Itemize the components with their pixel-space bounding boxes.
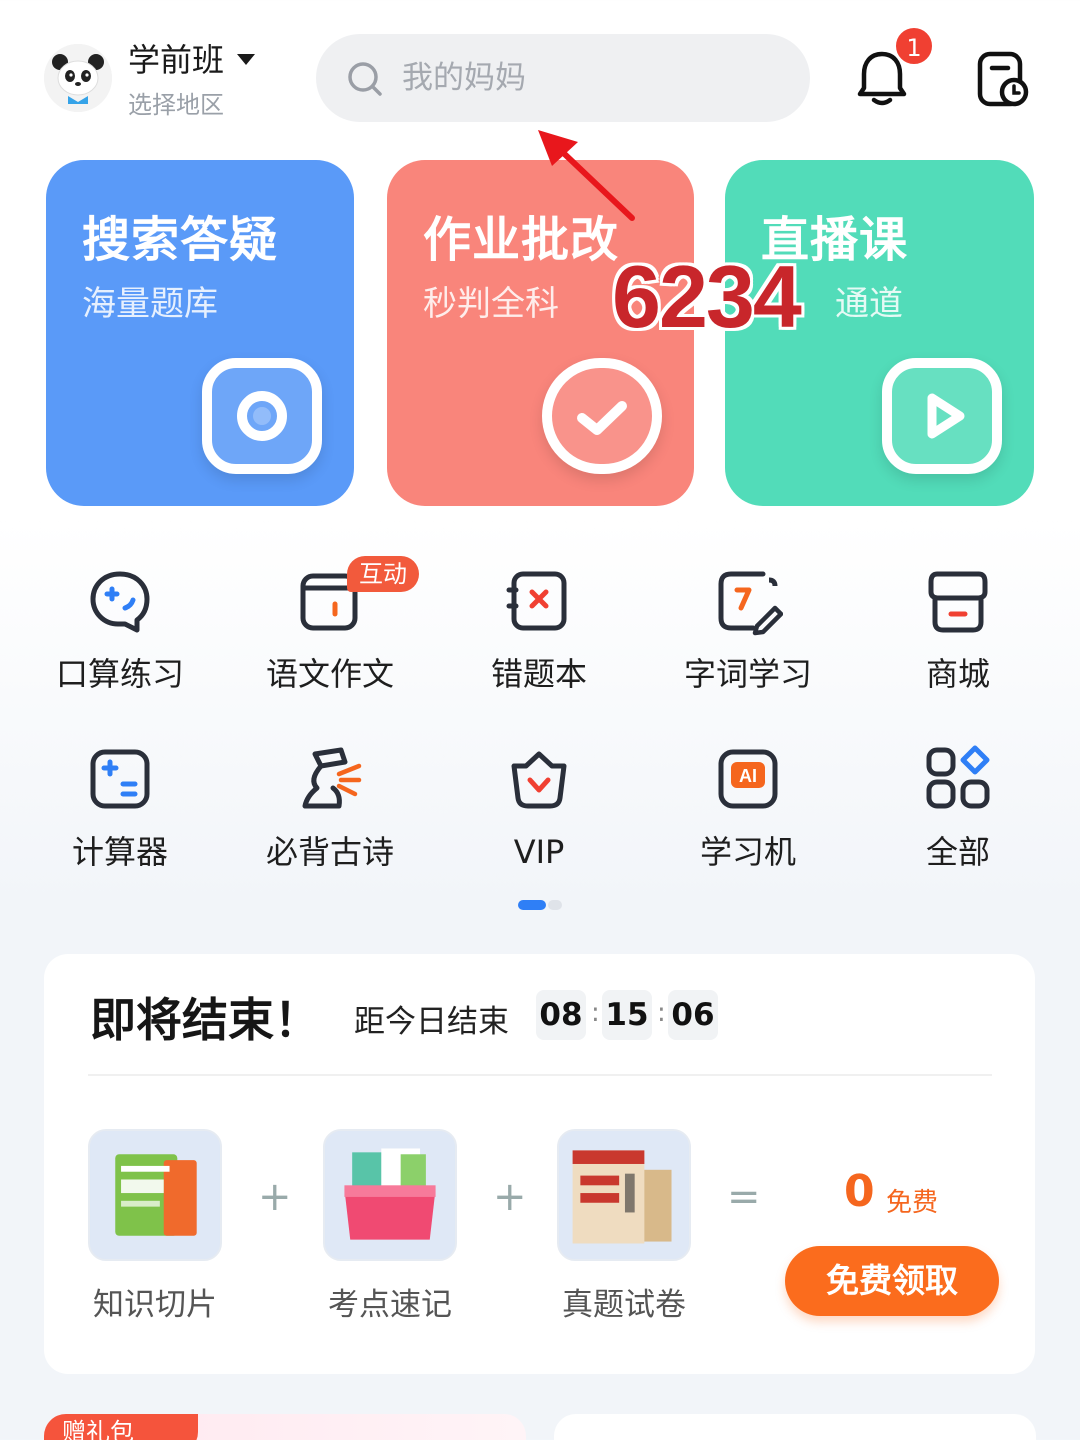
promo-title: 即将结束！ [90, 993, 320, 1047]
calculator-icon [85, 744, 155, 814]
play-icon [882, 358, 1002, 474]
card-subtitle: 秒判全科 [423, 284, 559, 324]
page-dot [548, 900, 562, 910]
grid-item-learning-device[interactable]: AI 学习机 [648, 744, 848, 874]
ai-device-icon: AI [713, 744, 783, 814]
product-knowledge-slices[interactable]: 知识切片 [88, 1129, 222, 1324]
equals-sign: = [727, 1174, 761, 1220]
search-input[interactable] [402, 54, 782, 102]
price-note: 免费 [886, 1188, 939, 1218]
search-bar[interactable] [316, 34, 810, 122]
claim-free-button[interactable]: 免费领取 [785, 1246, 999, 1316]
grid-label: 全部 [925, 833, 990, 871]
grid-item-vip[interactable]: VIP [439, 744, 639, 874]
grid-label: 字词学习 [683, 655, 812, 693]
grid-item-ancient-poems[interactable]: 必背古诗 [230, 744, 430, 874]
overlay-number: 6234 [612, 247, 802, 346]
gift-tag: 赠礼包 [44, 1414, 198, 1440]
card-subtitle: 海量题库 [82, 284, 218, 324]
plus-sign: + [258, 1174, 292, 1220]
countdown-seconds: 06 [668, 990, 718, 1040]
chat-bubble-icon [85, 566, 155, 636]
page-dot-active [518, 900, 546, 910]
product-label: 考点速记 [328, 1287, 452, 1323]
grid-label: 错题本 [490, 655, 587, 693]
camera-icon [202, 358, 322, 474]
book-image [88, 1129, 222, 1261]
time-separator: : [591, 998, 600, 1028]
grade-label: 学前班 [128, 41, 225, 79]
grid-label: 必背古诗 [265, 833, 394, 871]
all-apps-icon [923, 744, 993, 814]
page-indicator [518, 900, 562, 910]
grid-item-shop[interactable]: 商城 [858, 566, 1058, 696]
grid-label: VIP [513, 833, 565, 871]
grid-item-word-study[interactable]: 字词学习 [648, 566, 848, 696]
product-label: 真题试卷 [562, 1287, 686, 1323]
countdown-hours: 08 [536, 990, 586, 1040]
product-label: 知识切片 [93, 1287, 217, 1323]
grid-label: 语文作文 [265, 655, 394, 693]
bottom-card[interactable] [554, 1414, 1036, 1440]
grid-label: 口算练习 [55, 655, 184, 693]
panda-icon [44, 44, 112, 112]
grid-label: 学习机 [699, 833, 796, 871]
vip-basket-icon [504, 744, 574, 814]
card-search-answer[interactable]: 搜索答疑 海量题库 [46, 160, 354, 506]
caret-down-icon [237, 54, 256, 65]
product-key-points[interactable]: 考点速记 [323, 1129, 457, 1324]
time-separator: : [657, 998, 666, 1028]
grid-label: 计算器 [71, 833, 168, 871]
grade-selector[interactable]: 学前班 [128, 38, 256, 82]
exam-paper-image [557, 1129, 691, 1261]
grid-item-oral-arithmetic[interactable]: 口算练习 [20, 566, 220, 696]
history-icon[interactable] [976, 50, 1030, 108]
grid-item-calculator[interactable]: 计算器 [20, 744, 220, 874]
product-past-papers[interactable]: 真题试卷 [557, 1129, 691, 1324]
gift-pack-card[interactable]: 赠礼包 [44, 1414, 526, 1440]
check-icon [542, 358, 662, 474]
header: 学前班 选择地区 1 [0, 0, 1080, 140]
price-value: 0 [844, 1166, 875, 1217]
card-subtitle: 通道 [835, 284, 903, 324]
card-title: 搜索答疑 [82, 212, 279, 268]
gift-box-image [323, 1129, 457, 1261]
countdown-label: 距今日结束 [354, 1004, 509, 1040]
region-selector[interactable]: 选择地区 [128, 88, 224, 122]
avatar[interactable] [44, 44, 112, 112]
shop-icon [923, 566, 993, 636]
interactive-tag: 互动 [347, 556, 419, 592]
grid-item-mistake-book[interactable]: 错题本 [439, 566, 639, 696]
poet-icon [295, 744, 365, 814]
mistake-book-icon [504, 566, 574, 636]
promo-card: 即将结束！ 距今日结束 08 : 15 : 06 知识切片 + 考点速记 + 真… [44, 954, 1035, 1374]
countdown-minutes: 15 [602, 990, 652, 1040]
grid-item-all[interactable]: 全部 [858, 744, 1058, 874]
red-arrow-annotation [538, 130, 635, 221]
divider [88, 1074, 992, 1076]
pencil-note-icon [713, 566, 784, 636]
svg-text:AI: AI [739, 766, 757, 786]
plus-sign: + [493, 1174, 527, 1220]
search-icon [348, 62, 382, 96]
grid-label: 商城 [925, 655, 990, 693]
notification-badge: 1 [894, 26, 934, 66]
